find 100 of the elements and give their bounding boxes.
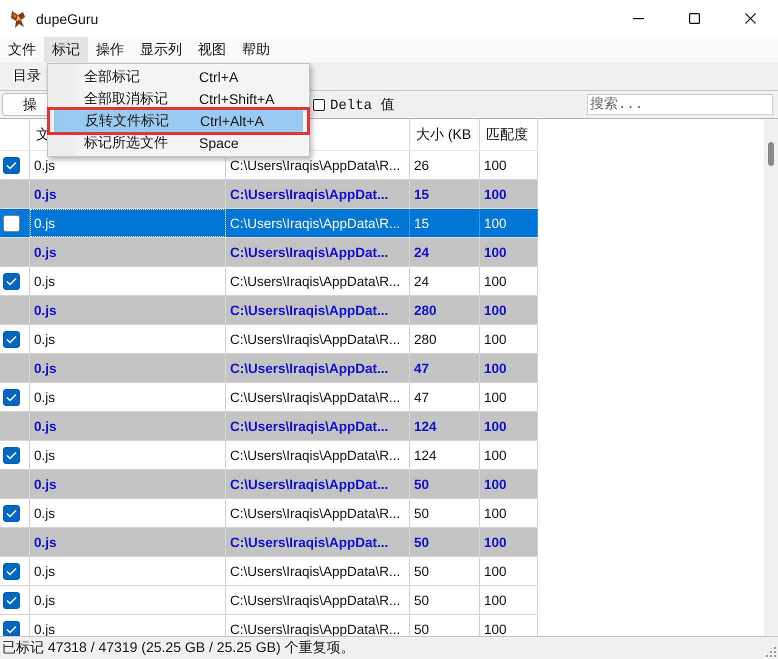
row-checkbox[interactable] (3, 330, 20, 348)
table-cell: 0.js (30, 528, 226, 556)
menu-bar-item[interactable]: 操作 (88, 37, 132, 62)
table-cell: C:\Users\Iraqis\AppDat... (226, 296, 410, 324)
table-cell: 0.js (30, 557, 226, 585)
table-cell: 100 (480, 441, 538, 469)
table-cell: 100 (480, 209, 538, 237)
table-cell: C:\Users\Iraqis\AppDat... (226, 180, 410, 208)
table-cell: 100 (480, 238, 538, 266)
table-cell: C:\Users\Iraqis\AppDat... (226, 412, 410, 440)
row-checkbox[interactable] (3, 562, 20, 580)
menu-bar-item[interactable]: 标记 (44, 37, 88, 62)
close-icon (744, 13, 756, 24)
table-cell: C:\Users\Iraqis\AppDat... (226, 470, 410, 498)
checkmark-icon (6, 566, 17, 576)
checkmark-icon (6, 450, 17, 460)
table-row[interactable]: 0.js C:\Users\Iraqis\AppData\R... 50 100 (0, 586, 538, 615)
checkbox[interactable] (313, 98, 325, 110)
checkmark-icon (6, 392, 17, 402)
column-header[interactable]: 大小 (KB (410, 119, 480, 150)
table-cell: 100 (480, 528, 538, 556)
table-cell: 0.js (30, 441, 226, 469)
table-cell: 0.js (30, 383, 226, 411)
table-cell: 100 (480, 354, 538, 382)
table-cell: 50 (410, 470, 480, 498)
table-row[interactable]: 0.js C:\Users\Iraqis\AppDat... 124 100 (0, 412, 538, 441)
table-cell: 24 (410, 267, 480, 295)
table-row[interactable]: 0.js C:\Users\Iraqis\AppData\R... 50 100 (0, 557, 538, 586)
row-checkbox[interactable] (3, 156, 20, 174)
table-cell: 50 (410, 586, 480, 614)
search-field[interactable]: 搜索... (587, 94, 773, 115)
actions-button[interactable]: 操 (2, 93, 47, 116)
menu-bar-item[interactable]: 帮助 (234, 37, 278, 62)
table-row[interactable]: 0.js C:\Users\Iraqis\AppData\R... 24 100 (0, 267, 538, 296)
table-row[interactable]: 0.js C:\Users\Iraqis\AppData\R... 47 100 (0, 383, 538, 412)
table-cell: 0.js (30, 470, 226, 498)
table-row[interactable]: 0.js C:\Users\Iraqis\AppDat... 50 100 (0, 470, 538, 499)
minimize-icon (632, 18, 644, 20)
vertical-scrollbar[interactable] (764, 119, 778, 636)
keyboard-shortcut: Ctrl+Alt+A (200, 113, 265, 129)
table-row[interactable]: 0.js C:\Users\Iraqis\AppDat... 280 100 (0, 296, 538, 325)
column-header[interactable]: 匹配度 (480, 119, 538, 150)
menu-item[interactable]: 全部标记 Ctrl+A (53, 66, 304, 88)
table-row[interactable]: 0.js C:\Users\Iraqis\AppData\R... 50 100 (0, 615, 538, 636)
resize-grip-icon[interactable] (766, 647, 776, 657)
table-cell: 100 (480, 267, 538, 295)
table-row[interactable]: 0.js C:\Users\Iraqis\AppData\R... 26 100 (0, 151, 538, 180)
table-cell: 100 (480, 586, 538, 614)
checkmark-icon (6, 624, 17, 634)
checkmark-icon (6, 596, 17, 604)
menu-item[interactable]: 反转文件标记 Ctrl+Alt+A (54, 110, 303, 132)
table-row[interactable]: 0.js C:\Users\Iraqis\AppData\R... 50 100 (0, 499, 538, 528)
row-checkbox[interactable] (3, 620, 20, 636)
row-checkbox[interactable] (3, 388, 20, 406)
table-cell: 47 (410, 383, 480, 411)
table-row[interactable]: 0.js C:\Users\Iraqis\AppData\R... 124 100 (0, 441, 538, 470)
table-row[interactable]: 0.js C:\Users\Iraqis\AppDat... 50 100 (0, 528, 538, 557)
table-row[interactable]: 0.js C:\Users\Iraqis\AppData\R... 15 100 (0, 209, 538, 238)
table-row[interactable]: 0.js C:\Users\Iraqis\AppDat... 24 100 (0, 238, 538, 267)
table-row[interactable]: 0.js C:\Users\Iraqis\AppDat... 47 100 (0, 354, 538, 383)
table-cell: C:\Users\Iraqis\AppData\R... (226, 557, 410, 585)
table-cell: C:\Users\Iraqis\AppDat... (226, 354, 410, 382)
table-cell: 100 (480, 296, 538, 324)
table-cell: 100 (480, 557, 538, 585)
table-cell: C:\Users\Iraqis\AppData\R... (226, 441, 410, 469)
app-logo-icon (9, 8, 27, 28)
table-cell: 100 (480, 412, 538, 440)
table-cell: 26 (410, 151, 480, 179)
row-checkbox[interactable] (3, 446, 20, 464)
row-checkbox[interactable] (3, 504, 20, 522)
table-cell: 50 (410, 499, 480, 527)
table-cell: 0.js (30, 499, 226, 527)
maximize-icon (688, 13, 700, 24)
table-cell: 47 (410, 354, 480, 382)
menu-bar-item[interactable]: 视图 (190, 37, 234, 62)
table-cell: C:\Users\Iraqis\AppData\R... (226, 499, 410, 527)
row-checkbox[interactable] (3, 272, 20, 290)
table-cell: 50 (410, 557, 480, 585)
table-cell: 280 (410, 325, 480, 353)
table-cell: 124 (410, 441, 480, 469)
row-checkbox[interactable] (3, 214, 20, 232)
table-cell: 0.js (30, 296, 226, 324)
table-cell: 100 (480, 325, 538, 353)
table-cell: C:\Users\Iraqis\AppData\R... (226, 267, 410, 295)
table-cell: 15 (410, 180, 480, 208)
menu-item[interactable]: 标记所选文件 Space (53, 132, 304, 154)
keyboard-shortcut: Ctrl+A (199, 69, 240, 85)
scrollbar-thumb[interactable] (768, 142, 774, 166)
row-checkbox[interactable] (3, 592, 20, 608)
menu-bar-item[interactable]: 文件 (0, 37, 44, 62)
keyboard-shortcut: Space (199, 135, 240, 151)
table-cell: 100 (480, 383, 538, 411)
table-row[interactable]: 0.js C:\Users\Iraqis\AppData\R... 280 100 (0, 325, 538, 354)
menu-item[interactable]: 全部取消标记 Ctrl+Shift+A (53, 88, 304, 110)
table-cell: 0.js (30, 325, 226, 353)
table-cell: 100 (480, 499, 538, 527)
table-row[interactable]: 0.js C:\Users\Iraqis\AppDat... 15 100 (0, 180, 538, 209)
checkmark-icon (6, 508, 17, 518)
table-cell: 100 (480, 151, 538, 179)
menu-bar-item[interactable]: 显示列 (132, 37, 190, 62)
